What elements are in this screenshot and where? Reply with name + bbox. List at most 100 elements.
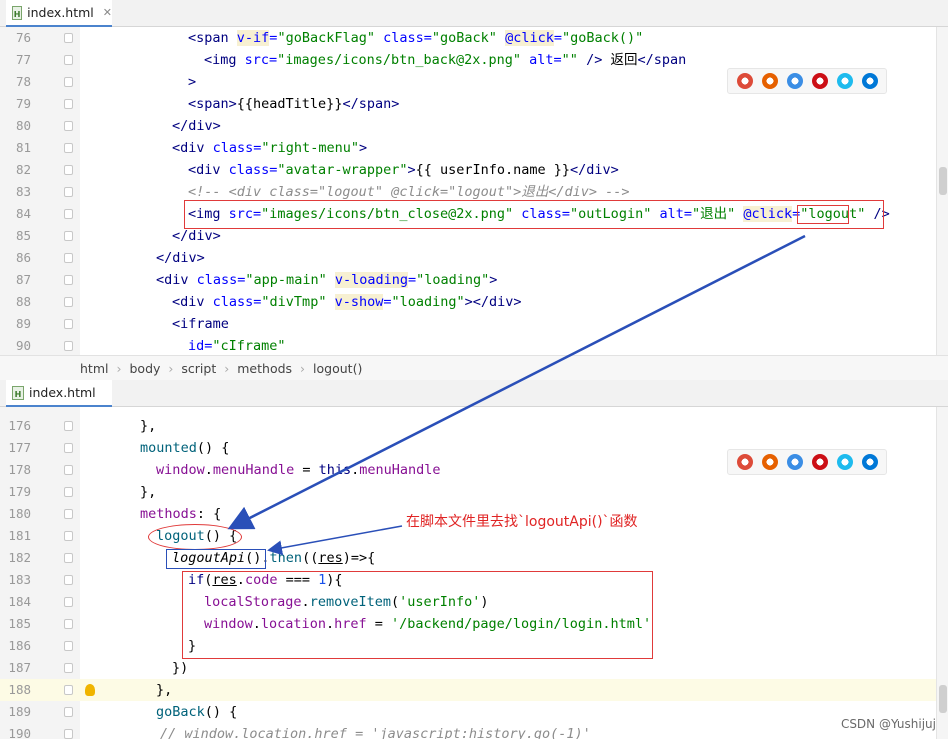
firefox-icon[interactable]: [761, 73, 778, 89]
tab-index-html[interactable]: H index.html ✕: [6, 0, 112, 27]
ie-icon[interactable]: [836, 73, 853, 89]
code-line[interactable]: 90 id="cIframe": [0, 335, 936, 357]
code-line[interactable]: 81 <div class="right-menu">: [0, 137, 936, 159]
safari-icon[interactable]: [786, 454, 803, 470]
code-token: </div>: [172, 228, 221, 244]
chrome-icon[interactable]: [736, 454, 753, 470]
ie-icon[interactable]: [836, 454, 853, 470]
fold-marker-icon[interactable]: [64, 575, 73, 585]
code-token: =: [294, 462, 319, 478]
fold-marker-icon[interactable]: [64, 253, 73, 263]
editor-pane-bottom: H index.html 176}, 177 mounted() {178 windo…: [0, 380, 948, 739]
fold-marker-icon[interactable]: [64, 487, 73, 497]
fold-marker-icon[interactable]: [64, 209, 73, 219]
code-token: <iframe: [172, 316, 229, 332]
fold-marker-icon[interactable]: [64, 707, 73, 717]
code-text: },: [156, 679, 172, 701]
fold-marker-icon[interactable]: [64, 187, 73, 197]
line-number: 187: [8, 660, 31, 675]
code-token: =: [407, 272, 417, 288]
code-token: =: [383, 294, 392, 310]
code-line[interactable]: 179},: [0, 481, 936, 503]
code-token: "goBack": [431, 30, 506, 46]
fold-marker-icon[interactable]: [64, 685, 73, 695]
code-token: ></div>: [464, 294, 522, 310]
fold-marker-icon[interactable]: [64, 663, 73, 673]
scrollbar-thumb[interactable]: [939, 685, 947, 713]
opera-icon[interactable]: [811, 73, 828, 89]
code-line[interactable]: 190 // window.location.href = 'javascript…: [0, 723, 936, 739]
fold-marker-icon[interactable]: [64, 531, 73, 541]
code-line[interactable]: 187}): [0, 657, 936, 679]
fold-marker-icon[interactable]: [64, 619, 73, 629]
breadcrumb-item[interactable]: html: [80, 361, 108, 376]
code-token: v-loading: [334, 272, 408, 288]
fold-marker-icon[interactable]: [64, 421, 73, 431]
fold-marker-icon[interactable]: [64, 121, 73, 131]
opera-icon[interactable]: [811, 454, 828, 470]
edge-icon[interactable]: [861, 73, 878, 89]
close-icon[interactable]: ✕: [103, 6, 112, 19]
code-line[interactable]: 189 goBack() {: [0, 701, 936, 723]
scrollbar[interactable]: [936, 407, 948, 739]
code-token: .: [204, 462, 213, 478]
scrollbar-thumb[interactable]: [939, 167, 947, 195]
line-number: 81: [15, 140, 31, 155]
fold-marker-icon[interactable]: [64, 77, 73, 87]
breadcrumb-item[interactable]: logout(): [313, 361, 362, 376]
code-line[interactable]: 82 <div class="avatar-wrapper">{{ userInf…: [0, 159, 936, 181]
line-number: 183: [8, 572, 31, 587]
code-line[interactable]: 86 </div>: [0, 247, 936, 269]
code-token: () {: [204, 704, 238, 720]
line-number: 179: [8, 484, 31, 499]
breadcrumb-item[interactable]: methods: [237, 361, 292, 376]
lightbulb-icon[interactable]: [85, 684, 95, 696]
safari-icon[interactable]: [786, 73, 803, 89]
fold-marker-icon[interactable]: [64, 641, 73, 651]
tab-label: index.html: [29, 385, 96, 400]
fold-marker-icon[interactable]: [64, 553, 73, 563]
code-text: <div class="avatar-wrapper">{{ userInfo.…: [188, 159, 619, 181]
breadcrumb-item[interactable]: body: [129, 361, 160, 376]
code-line[interactable]: 80 </div>: [0, 115, 936, 137]
fold-marker-icon[interactable]: [64, 465, 73, 475]
fold-marker-icon[interactable]: [64, 509, 73, 519]
code-text: goBack() {: [156, 701, 237, 723]
line-number: 185: [8, 616, 31, 631]
fold-marker-icon[interactable]: [64, 597, 73, 607]
code-line[interactable]: 79 <span>{{headTitle}}</span>: [0, 93, 936, 115]
scrollbar[interactable]: [936, 27, 948, 355]
breadcrumb-item[interactable]: script: [181, 361, 216, 376]
code-token: >: [407, 162, 416, 178]
code-line[interactable]: 176},: [0, 415, 936, 437]
line-number: 176: [8, 418, 31, 433]
fold-marker-icon[interactable]: [64, 55, 73, 65]
fold-marker-icon[interactable]: [64, 231, 73, 241]
fold-marker-icon[interactable]: [64, 341, 73, 351]
code-line[interactable]: 89 <iframe: [0, 313, 936, 335]
fold-marker-icon[interactable]: [64, 729, 73, 739]
fold-marker-icon[interactable]: [64, 165, 73, 175]
code-token: "app-main": [245, 272, 335, 288]
code-token: // window.location.href = 'javascript:hi…: [160, 726, 591, 739]
edge-icon[interactable]: [861, 454, 878, 470]
fold-marker-icon[interactable]: [64, 143, 73, 153]
code-line[interactable]: 76 <span v-if="goBackFlag" class="goBack"…: [0, 27, 936, 49]
line-number: 79: [15, 96, 31, 111]
line-number: 182: [8, 550, 31, 565]
fold-marker-icon[interactable]: [64, 99, 73, 109]
fold-marker-icon[interactable]: [64, 443, 73, 453]
fold-marker-icon[interactable]: [64, 319, 73, 329]
code-line[interactable]: 182 logoutApi().then((res)=>{: [0, 547, 936, 569]
fold-marker-icon[interactable]: [64, 275, 73, 285]
code-line[interactable]: 87 <div class="app-main" v-loading="loadi…: [0, 269, 936, 291]
code-token: () {: [196, 440, 230, 456]
fold-marker-icon[interactable]: [64, 297, 73, 307]
tab-index-html[interactable]: H index.html: [6, 380, 112, 407]
fold-marker-icon[interactable]: [64, 33, 73, 43]
code-line[interactable]: 188},: [0, 679, 936, 701]
code-token: "loading": [416, 272, 490, 288]
chrome-icon[interactable]: [736, 73, 753, 89]
code-line[interactable]: 88 <div class="divTmp" v-show="loading"><…: [0, 291, 936, 313]
firefox-icon[interactable]: [761, 454, 778, 470]
